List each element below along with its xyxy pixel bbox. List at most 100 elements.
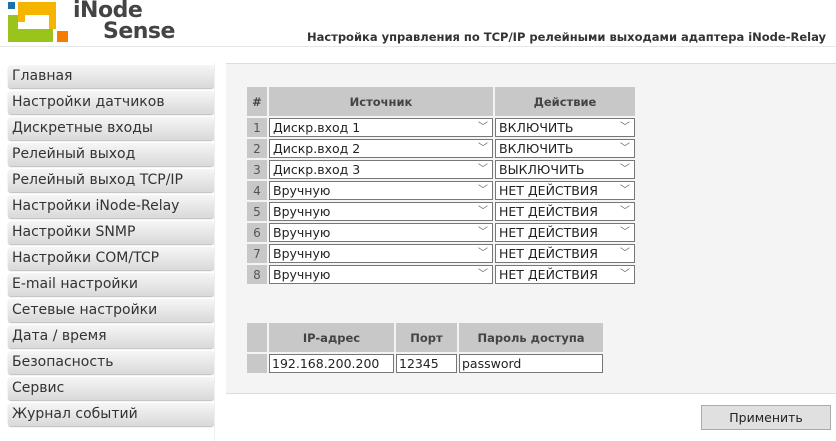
sidebar-item[interactable]: Релейный выход: [8, 143, 214, 166]
source-select[interactable]: Вручную ﹀: [269, 202, 493, 221]
sidebar-item[interactable]: Настройки SNMP: [8, 221, 214, 244]
action-value: НЕТ ДЕЙСТВИЯ: [499, 267, 598, 282]
col-blank: [247, 323, 267, 352]
action-select[interactable]: НЕТ ДЕЙСТВИЯ ﹀: [495, 223, 635, 242]
table-row: 8 Вручную ﹀ НЕТ ДЕЙСТВИЯ ﹀: [247, 265, 635, 284]
action-value: ВКЛЮЧИТЬ: [499, 120, 574, 135]
col-port: Порт: [396, 323, 457, 352]
source-value: Вручную: [273, 225, 331, 240]
rules-table: # Источник Действие 1 Дискр.вход 1 ﹀ ВКЛЮ…: [245, 85, 637, 286]
action-select[interactable]: НЕТ ДЕЙСТВИЯ ﹀: [495, 265, 635, 284]
sidebar-item[interactable]: E-mail настройки: [8, 273, 214, 296]
sidebar-item[interactable]: Настройки датчиков: [8, 91, 214, 114]
row-number: 5: [247, 202, 267, 221]
table-row: 1 Дискр.вход 1 ﹀ ВКЛЮЧИТЬ ﹀: [247, 118, 635, 137]
chevron-down-icon: ﹀: [620, 227, 630, 238]
action-value: ВЫКЛЮЧИТЬ: [499, 162, 585, 177]
row-number: 4: [247, 181, 267, 200]
source-value: Дискр.вход 1: [273, 120, 361, 135]
table-row: 4 Вручную ﹀ НЕТ ДЕЙСТВИЯ ﹀: [247, 181, 635, 200]
action-value: ВКЛЮЧИТЬ: [499, 141, 574, 156]
password-input[interactable]: password: [459, 354, 603, 373]
action-value: НЕТ ДЕЙСТВИЯ: [499, 204, 598, 219]
inode-logo: [8, 2, 68, 42]
sidebar-item[interactable]: Дата / время: [8, 325, 214, 348]
row-number: 3: [247, 160, 267, 179]
sidebar-item[interactable]: Безопасность: [8, 351, 214, 374]
row-number: 8: [247, 265, 267, 284]
page-title: Настройка управления по TCP/IP релейными…: [306, 30, 826, 44]
action-value: НЕТ ДЕЙСТВИЯ: [499, 225, 598, 240]
col-num: #: [247, 87, 267, 116]
source-select[interactable]: Дискр.вход 1 ﹀: [269, 118, 493, 137]
table-row: 3 Дискр.вход 3 ﹀ ВЫКЛЮЧИТЬ ﹀: [247, 160, 635, 179]
action-value: НЕТ ДЕЙСТВИЯ: [499, 183, 598, 198]
chevron-down-icon: ﹀: [620, 164, 630, 175]
source-select[interactable]: Вручную ﹀: [269, 265, 493, 284]
chevron-down-icon: ﹀: [478, 227, 488, 238]
chevron-down-icon: ﹀: [478, 185, 488, 196]
source-value: Вручную: [273, 204, 331, 219]
apply-button[interactable]: Применить: [701, 405, 831, 430]
source-value: Дискр.вход 2: [273, 141, 361, 156]
brand-name: iNode Sense: [73, 0, 175, 44]
chevron-down-icon: ﹀: [620, 269, 630, 280]
source-value: Дискр.вход 3: [273, 162, 361, 177]
ip-address-input[interactable]: 192.168.200.200: [269, 354, 394, 373]
sidebar-item[interactable]: Сетевые настройки: [8, 299, 214, 322]
action-select[interactable]: ВКЛЮЧИТЬ ﹀: [495, 118, 635, 137]
source-select[interactable]: Вручную ﹀: [269, 181, 493, 200]
content-panel: # Источник Действие 1 Дискр.вход 1 ﹀ ВКЛЮ…: [226, 63, 836, 394]
source-select[interactable]: Дискр.вход 2 ﹀: [269, 139, 493, 158]
table-row: 2 Дискр.вход 2 ﹀ ВКЛЮЧИТЬ ﹀: [247, 139, 635, 158]
action-select[interactable]: ВКЛЮЧИТЬ ﹀: [495, 139, 635, 158]
chevron-down-icon: ﹀: [620, 185, 630, 196]
action-select[interactable]: НЕТ ДЕЙСТВИЯ ﹀: [495, 244, 635, 263]
sidebar-item[interactable]: Дискретные входы: [8, 117, 214, 140]
col-password: Пароль доступа: [459, 323, 603, 352]
connection-table: IP-адрес Порт Пароль доступа 192.168.200…: [245, 321, 605, 375]
chevron-down-icon: ﹀: [620, 122, 630, 133]
chevron-down-icon: ﹀: [478, 206, 488, 217]
row-blank: [247, 354, 267, 373]
action-select[interactable]: ВЫКЛЮЧИТЬ ﹀: [495, 160, 635, 179]
sidebar-item[interactable]: Главная: [8, 65, 214, 88]
table-row: 6 Вручную ﹀ НЕТ ДЕЙСТВИЯ ﹀: [247, 223, 635, 242]
row-number: 2: [247, 139, 267, 158]
table-row: 7 Вручную ﹀ НЕТ ДЕЙСТВИЯ ﹀: [247, 244, 635, 263]
source-select[interactable]: Вручную ﹀: [269, 244, 493, 263]
sidebar-item[interactable]: Релейный выход TCP/IP: [8, 169, 214, 192]
row-number: 7: [247, 244, 267, 263]
port-input[interactable]: 12345: [396, 354, 457, 373]
chevron-down-icon: ﹀: [478, 164, 488, 175]
chevron-down-icon: ﹀: [620, 248, 630, 259]
source-select[interactable]: Вручную ﹀: [269, 223, 493, 242]
col-source: Источник: [269, 87, 493, 116]
sidebar-item[interactable]: Настройки COM/TCP: [8, 247, 214, 270]
row-number: 6: [247, 223, 267, 242]
source-select[interactable]: Дискр.вход 3 ﹀: [269, 160, 493, 179]
sidebar-item[interactable]: Журнал событий: [8, 403, 214, 426]
chevron-down-icon: ﹀: [620, 206, 630, 217]
row-number: 1: [247, 118, 267, 137]
sidebar-item[interactable]: Настройки iNode-Relay: [8, 195, 214, 218]
sidebar: Главная Настройки датчиков Дискретные вход…: [8, 65, 214, 429]
col-ip: IP-адрес: [269, 323, 394, 352]
sidebar-divider: [214, 63, 215, 441]
sidebar-item[interactable]: Сервис: [8, 377, 214, 400]
table-row: 5 Вручную ﹀ НЕТ ДЕЙСТВИЯ ﹀: [247, 202, 635, 221]
chevron-down-icon: ﹀: [620, 143, 630, 154]
chevron-down-icon: ﹀: [478, 143, 488, 154]
chevron-down-icon: ﹀: [478, 248, 488, 259]
source-value: Вручную: [273, 183, 331, 198]
source-value: Вручную: [273, 246, 331, 261]
source-value: Вручную: [273, 267, 331, 282]
brand-line2: Sense: [103, 19, 175, 44]
chevron-down-icon: ﹀: [478, 269, 488, 280]
action-select[interactable]: НЕТ ДЕЙСТВИЯ ﹀: [495, 181, 635, 200]
col-action: Действие: [495, 87, 635, 116]
action-select[interactable]: НЕТ ДЕЙСТВИЯ ﹀: [495, 202, 635, 221]
chevron-down-icon: ﹀: [478, 122, 488, 133]
header-divider: [0, 46, 836, 47]
action-value: НЕТ ДЕЙСТВИЯ: [499, 246, 598, 261]
